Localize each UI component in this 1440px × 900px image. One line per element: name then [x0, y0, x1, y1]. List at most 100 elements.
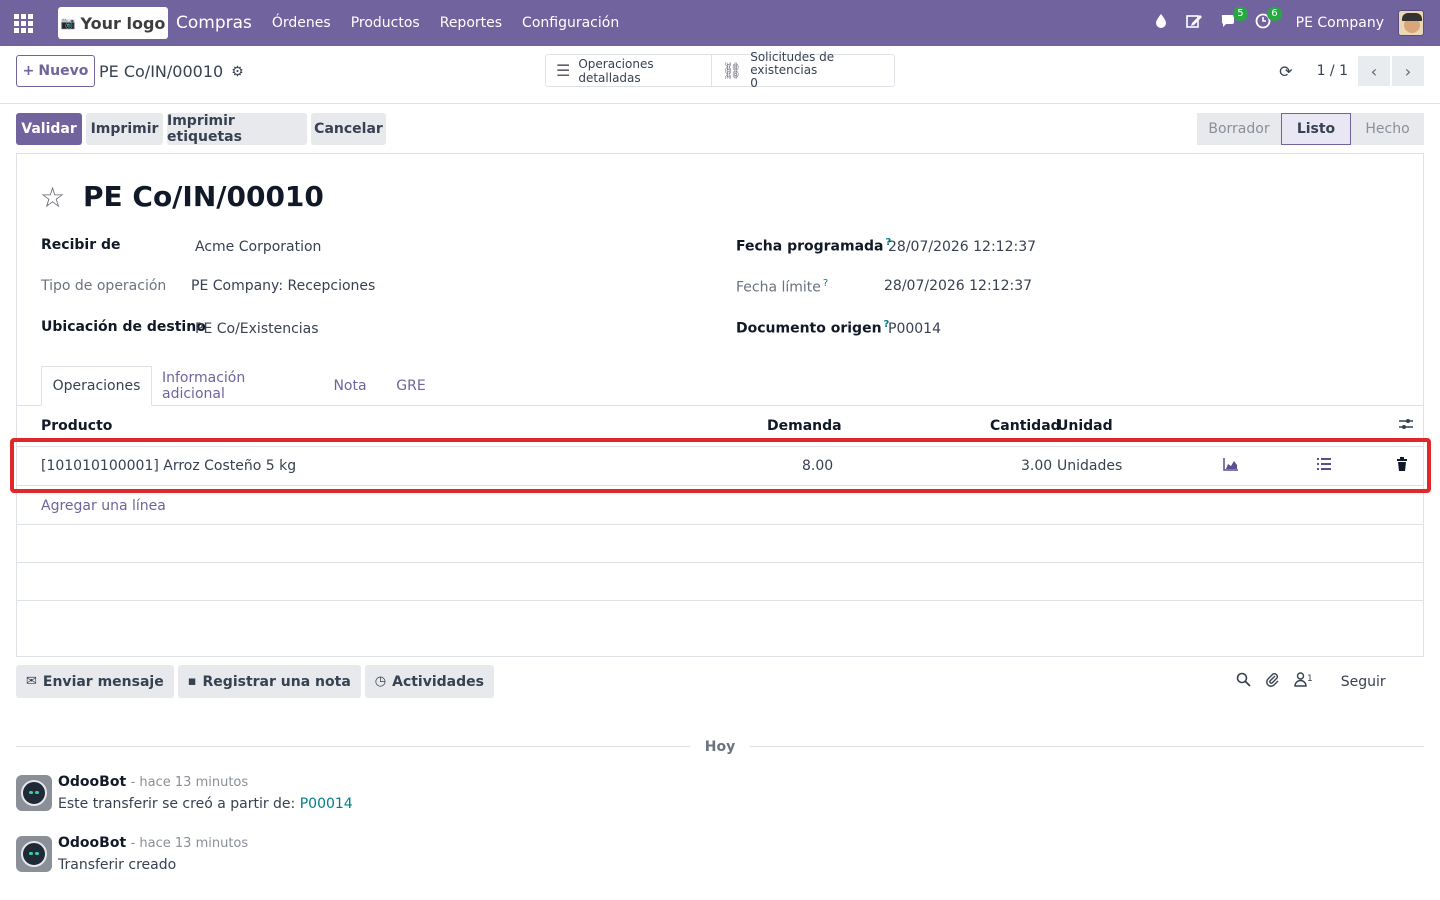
scheduled-date-field[interactable]: 28/07/2026 12:12:37 — [888, 239, 1036, 255]
log-note-button[interactable]: ▪ Registrar una nota — [177, 665, 361, 698]
message-body: Este transferir se creó a partir de: P00… — [58, 796, 353, 812]
followers-icon[interactable]: 1 — [1294, 672, 1327, 691]
tab-gre[interactable]: GRE — [389, 366, 433, 406]
stage-draft[interactable]: Borrador — [1197, 113, 1281, 145]
company-logo[interactable]: 📷 Your logo — [58, 7, 168, 39]
smart-buttons: ☰ Operaciones detalladas ⛓ Solicitudes d… — [545, 51, 895, 90]
row-demand[interactable]: 8.00 — [802, 458, 833, 474]
odoobot-avatar[interactable] — [16, 775, 52, 811]
origin-document-link[interactable]: P00014 — [300, 796, 353, 812]
print-button[interactable]: Imprimir — [86, 113, 163, 145]
camera-icon: 📷 — [60, 16, 76, 30]
origin-field[interactable]: P00014 — [888, 321, 941, 337]
tab-additional-info[interactable]: Información adicional — [162, 366, 308, 406]
user-avatar[interactable] — [1398, 10, 1424, 36]
column-demand[interactable]: Demanda — [767, 418, 842, 434]
search-icon[interactable] — [1236, 672, 1251, 691]
trash-icon[interactable] — [1396, 457, 1408, 475]
row-product[interactable]: [101010100001] Arroz Costeño 5 kg — [41, 458, 296, 474]
row-unit[interactable]: Unidades — [1057, 458, 1122, 474]
link-icon: ⛓ — [721, 61, 743, 80]
stage-done[interactable]: Hecho — [1351, 113, 1424, 145]
date-divider — [750, 746, 1424, 747]
status-bar: Validar Imprimir Imprimir etiquetas Canc… — [16, 113, 1424, 145]
logo-text: Your logo — [80, 13, 166, 33]
stage-ready[interactable]: Listo — [1281, 113, 1351, 145]
receive-from-label: Recibir de — [41, 237, 121, 253]
column-product[interactable]: Producto — [41, 418, 112, 434]
date-separator-label: Hoy — [704, 739, 736, 755]
destination-field[interactable]: PE Co/Existencias — [195, 321, 319, 337]
detail-list-icon[interactable] — [1316, 457, 1332, 475]
company-switcher[interactable]: PE Company — [1296, 15, 1384, 31]
row-quantity[interactable]: 3.00 — [1021, 458, 1052, 474]
operation-type-label: Tipo de operación — [41, 278, 167, 294]
message-author[interactable]: OdooBot — [58, 774, 126, 790]
control-panel: + Nuevo PE Co/IN/00010 ⚙ ☰ Operaciones de… — [0, 46, 1440, 104]
menu-orders[interactable]: Órdenes — [272, 15, 331, 31]
new-button[interactable]: + Nuevo — [16, 55, 95, 87]
activities-button[interactable]: ◷ Actividades — [364, 665, 494, 698]
add-line-link[interactable]: Agregar una línea — [41, 498, 166, 514]
pager-value[interactable]: 1 / 1 — [1317, 63, 1348, 79]
detailed-operations-button[interactable]: ☰ Operaciones detalladas — [546, 55, 711, 86]
validate-button[interactable]: Validar — [16, 113, 82, 145]
message-author[interactable]: OdooBot — [58, 835, 126, 851]
edit-icon[interactable] — [1180, 13, 1210, 33]
cancel-button[interactable]: Cancelar — [311, 113, 386, 145]
messages-badge: 5 — [1233, 7, 1248, 21]
deadline-field[interactable]: 28/07/2026 12:12:37 — [884, 278, 1032, 294]
stage-pipeline: Borrador Listo Hecho — [1197, 113, 1424, 145]
stock-requests-button[interactable]: ⛓ Solicitudes de existencias 0 — [710, 51, 894, 90]
column-quantity[interactable]: Cantidad — [990, 418, 1061, 434]
send-message-label: Enviar mensaje — [42, 673, 164, 690]
tab-operations[interactable]: Operaciones — [41, 366, 152, 406]
menu-reports[interactable]: Reportes — [440, 15, 502, 31]
print-labels-button[interactable]: Imprimir etiquetas — [167, 113, 307, 145]
origin-label-text: Documento origen — [736, 320, 882, 337]
column-settings-icon[interactable] — [1399, 418, 1413, 434]
date-divider — [16, 746, 690, 747]
new-button-label: Nuevo — [38, 63, 89, 79]
tab-note[interactable]: Nota — [325, 366, 375, 406]
empty-row — [17, 600, 1423, 638]
message-time: - hace 13 minutos — [130, 836, 249, 851]
forecast-chart-icon[interactable] — [1223, 457, 1239, 475]
pager-previous-button[interactable]: ‹ — [1358, 56, 1390, 86]
list-icon: ☰ — [556, 61, 571, 80]
send-message-button[interactable]: ✉ Enviar mensaje — [16, 665, 174, 698]
activities-clock-icon[interactable]: 6 — [1248, 7, 1282, 33]
detailed-operations-label: Operaciones detalladas — [578, 56, 654, 85]
followers-count: 1 — [1307, 674, 1313, 685]
envelope-icon: ✉ — [26, 674, 37, 689]
stock-requests-count: 0 — [750, 76, 758, 90]
record-title: PE Co/IN/00010 — [83, 180, 324, 213]
message-text: Este transferir se creó a partir de: — [58, 796, 300, 812]
gear-icon[interactable]: ⚙ — [231, 64, 244, 80]
operation-type-field[interactable]: PE Company: Recepciones — [191, 278, 375, 294]
log-note-label: Registrar una nota — [202, 673, 351, 690]
menu-configuration[interactable]: Configuración — [522, 15, 619, 31]
app-name[interactable]: Compras — [176, 13, 252, 33]
column-unit[interactable]: Unidad — [1057, 418, 1113, 434]
odoobot-avatar[interactable] — [16, 836, 52, 872]
refresh-icon[interactable]: ⟳ — [1279, 62, 1292, 81]
pager-next-button[interactable]: › — [1392, 56, 1424, 86]
top-navbar: 📷 Your logo Compras Órdenes Productos Re… — [0, 0, 1440, 46]
table-row[interactable]: [101010100001] Arroz Costeño 5 kg 8.00 3… — [17, 446, 1423, 486]
deadline-label-text: Fecha límite — [736, 279, 821, 296]
star-icon[interactable]: ☆ — [40, 181, 65, 214]
breadcrumb: PE Co/IN/00010 ⚙ — [99, 62, 244, 81]
paperclip-icon[interactable] — [1265, 672, 1280, 691]
receive-from-field[interactable]: Acme Corporation — [195, 239, 321, 255]
help-icon[interactable]: ? — [823, 278, 828, 289]
messages-icon[interactable]: 5 — [1214, 7, 1248, 33]
chatter-actions: ✉ Enviar mensaje ▪ Registrar una nota ◷ Act… — [16, 665, 498, 698]
stock-requests-label: Solicitudes de existencias — [750, 50, 835, 77]
message-header: OdooBot - hace 13 minutos — [58, 774, 248, 790]
menu-products[interactable]: Productos — [351, 15, 420, 31]
activities-badge: 6 — [1267, 7, 1282, 21]
drop-icon[interactable] — [1146, 13, 1176, 33]
apps-menu-icon[interactable] — [0, 0, 46, 46]
follow-button[interactable]: Seguir — [1341, 674, 1386, 690]
